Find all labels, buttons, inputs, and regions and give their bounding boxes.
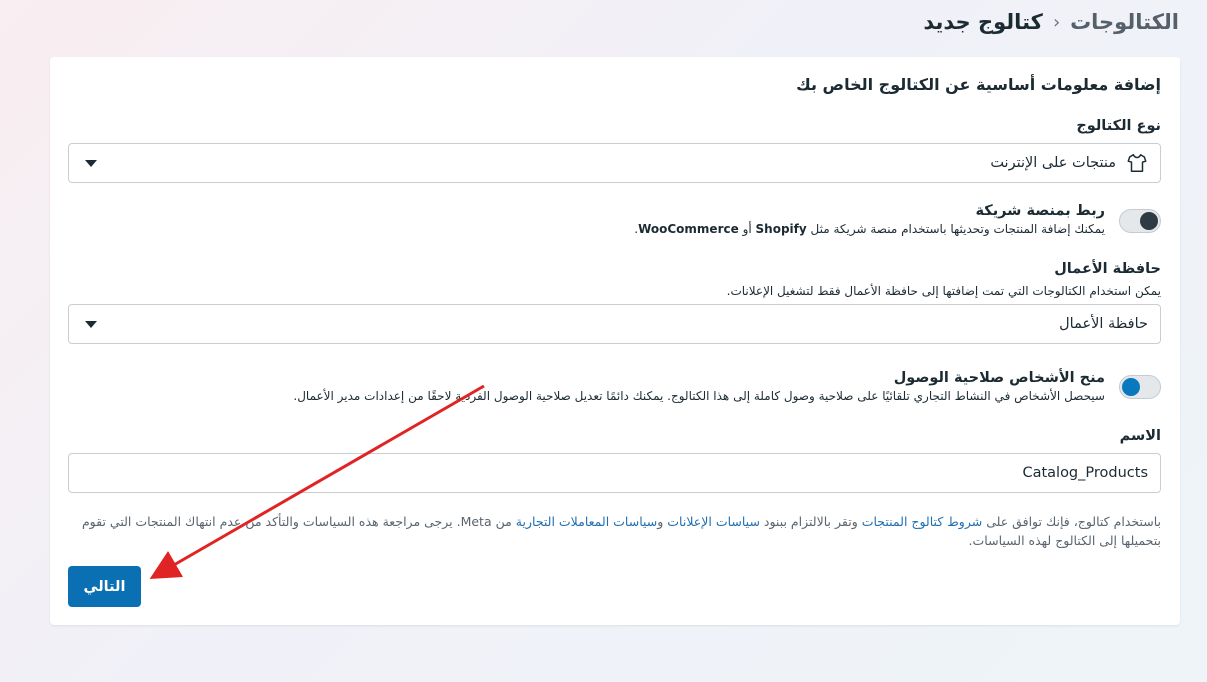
breadcrumb-catalogs-link[interactable]: الكتالوجات	[1070, 10, 1179, 34]
page-title: كتالوج جديد	[923, 10, 1043, 34]
terms-t3: و	[657, 514, 668, 529]
toggle-knob	[1122, 378, 1140, 396]
grant-access-toggle[interactable]	[1119, 375, 1161, 399]
toggle-knob	[1140, 212, 1158, 230]
portfolio-help-text: يمكن استخدام الكتالوجات التي تمت إضافتها…	[726, 284, 1161, 298]
catalog-form-card: إضافة معلومات أساسية عن الكتالوج الخاص ب…	[50, 57, 1180, 625]
catalog-type-label: نوع الكتالوج	[1076, 118, 1161, 134]
dropdown-caret-icon	[85, 321, 97, 328]
name-label: الاسم	[1119, 428, 1161, 444]
partner-desc-or: أو	[738, 222, 756, 236]
partner-platform-desc: يمكنك إضافة المنتجات وتحديثها باستخدام م…	[634, 222, 1105, 236]
woocommerce-label: WooCommerce	[638, 222, 739, 236]
breadcrumb: الكتالوجات › كتالوج جديد	[923, 10, 1179, 34]
grant-access-title: منح الأشخاص صلاحية الوصول	[893, 370, 1105, 386]
terms-t1: باستخدام كتالوج، فإنك توافق على	[982, 514, 1161, 529]
page: الكتالوجات › كتالوج جديد إضافة معلومات أ…	[0, 0, 1207, 682]
commerce-policies-link[interactable]: سياسات المعاملات التجارية	[516, 514, 657, 529]
product-catalog-terms-link[interactable]: شروط كتالوج المنتجات	[862, 514, 982, 529]
grant-access-text: منح الأشخاص صلاحية الوصول سيحصل الأشخاص …	[293, 370, 1105, 403]
catalog-type-value: منتجات على الإنترنت	[990, 155, 1116, 171]
advertising-policies-link[interactable]: سياسات الإعلانات	[667, 514, 760, 529]
terms-text: باستخدام كتالوج، فإنك توافق على شروط كتا…	[68, 512, 1161, 550]
chevron-icon: ›	[1052, 11, 1061, 33]
terms-t2: وتقر بالالتزام ببنود	[759, 514, 862, 529]
shopify-label: Shopify	[755, 222, 807, 236]
grant-access-desc: سيحصل الأشخاص في النشاط التجاري تلقائيًا…	[293, 389, 1105, 403]
shirt-icon	[1126, 152, 1148, 174]
form-title: إضافة معلومات أساسية عن الكتالوج الخاص ب…	[796, 75, 1161, 94]
catalog-type-select[interactable]: منتجات على الإنترنت	[68, 143, 1161, 183]
portfolio-select[interactable]: حافظة الأعمال	[68, 304, 1161, 344]
partner-platform-title: ربط بمنصة شريكة	[975, 203, 1105, 219]
portfolio-label: حافظة الأعمال	[1054, 261, 1161, 277]
next-button[interactable]: التالي	[68, 566, 141, 607]
partner-platform-text: ربط بمنصة شريكة يمكنك إضافة المنتجات وتح…	[634, 203, 1105, 236]
dropdown-caret-icon	[85, 160, 97, 167]
portfolio-value: حافظة الأعمال	[1059, 316, 1148, 332]
partner-desc-prefix: يمكنك إضافة المنتجات وتحديثها باستخدام م…	[806, 222, 1105, 236]
partner-platform-toggle[interactable]	[1119, 209, 1161, 233]
catalog-name-input[interactable]	[68, 453, 1161, 493]
